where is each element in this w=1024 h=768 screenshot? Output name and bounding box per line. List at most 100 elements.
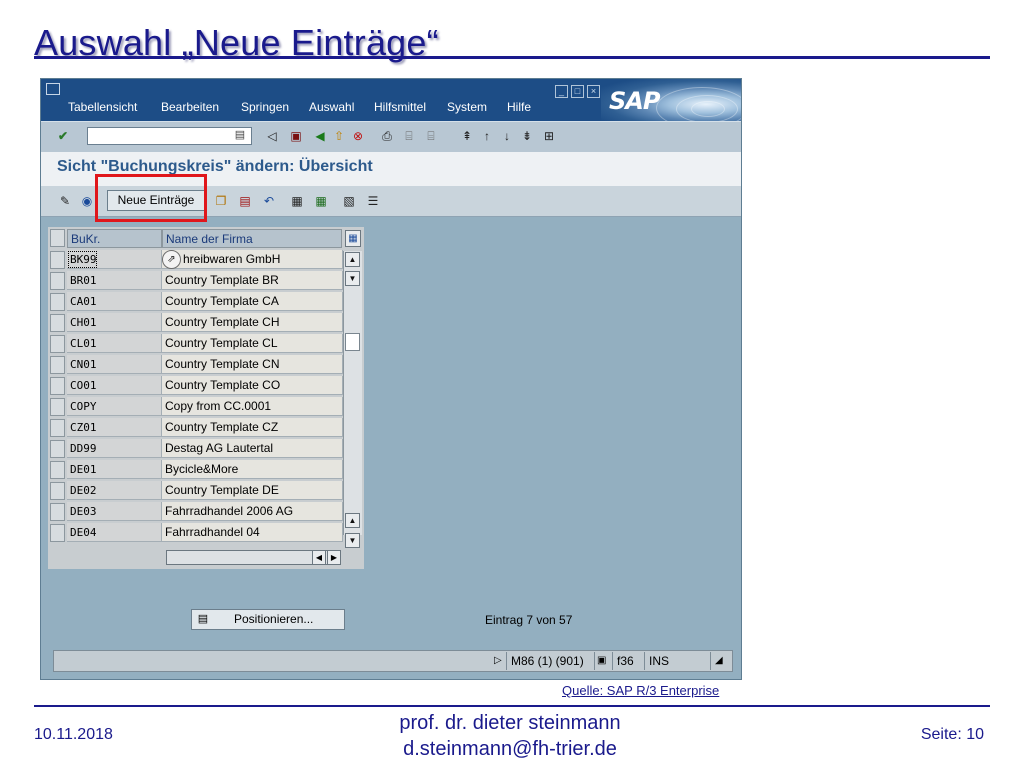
row-select-button[interactable] [50, 398, 65, 416]
exit-icon[interactable]: ⇧ [331, 128, 347, 144]
details-icon[interactable]: ◉ [79, 193, 95, 209]
footer-author: prof. dr. dieter steinmann d.steinmann@f… [370, 710, 650, 762]
row-select-button[interactable] [50, 440, 65, 458]
command-field[interactable] [87, 127, 252, 145]
company-code-cell[interactable]: DE03 [67, 502, 162, 521]
next-page-icon[interactable]: ↓ [499, 128, 515, 144]
company-code-cell[interactable]: BK99 [67, 250, 162, 269]
deselect-all-icon[interactable]: ▧ [341, 193, 357, 209]
company-code-cell[interactable]: DE02 [67, 481, 162, 500]
menu-auswahl[interactable]: Auswahl [309, 100, 354, 114]
find-next-icon[interactable]: ⌸ [423, 128, 439, 144]
scroll-thumb[interactable] [345, 333, 360, 351]
company-name-cell[interactable]: Fahrradhandel 04 [162, 523, 343, 542]
company-code-cell[interactable]: CH01 [67, 313, 162, 332]
company-code-cell[interactable]: COPY [67, 397, 162, 416]
first-page-icon[interactable]: ⇞ [459, 128, 475, 144]
company-name-cell[interactable]: Country Template DE [162, 481, 343, 500]
vertical-scrollbar[interactable]: ▲ ▼ ▲ ▼ [343, 251, 362, 548]
company-name-cell[interactable]: Country Template CN [162, 355, 343, 374]
company-code-cell[interactable]: DD99 [67, 439, 162, 458]
status-system-icon[interactable]: ▣ [594, 652, 611, 670]
command-history-icon[interactable]: ▤ [233, 128, 247, 142]
cancel-icon[interactable]: ⊗ [350, 128, 366, 144]
row-select-button[interactable] [50, 251, 65, 269]
value-help-icon[interactable]: ⇗ [162, 250, 181, 269]
maximize-icon[interactable]: □ [571, 85, 584, 98]
company-name-cell[interactable]: Bycicle&More [162, 460, 343, 479]
row-select-button[interactable] [50, 377, 65, 395]
company-code-cell[interactable]: CL01 [67, 334, 162, 353]
column-header-code[interactable]: BuKr. [67, 229, 162, 248]
display-change-icon[interactable]: ✎ [57, 193, 73, 209]
copy-as-icon[interactable]: ❐ [213, 193, 229, 209]
scroll-down-icon[interactable]: ▲ [345, 513, 360, 528]
menu-tabellensicht[interactable]: Tabellensicht [68, 100, 137, 114]
row-select-button[interactable] [50, 314, 65, 332]
company-name-cell[interactable]: Country Template CL [162, 334, 343, 353]
row-select-button[interactable] [50, 461, 65, 479]
previous-page-icon[interactable]: ↑ [479, 128, 495, 144]
row-select-button[interactable] [50, 503, 65, 521]
row-select-button[interactable] [50, 293, 65, 311]
company-name-cell[interactable]: Fahrradhandel 2006 AG [162, 502, 343, 521]
minimize-icon[interactable]: _ [555, 85, 568, 98]
menu-hilfe[interactable]: Hilfe [507, 100, 531, 114]
position-button[interactable]: ▤ Positionieren... [191, 609, 345, 630]
select-all-icon[interactable]: ▦ [289, 193, 305, 209]
row-select-button[interactable] [50, 356, 65, 374]
menu-system[interactable]: System [447, 100, 487, 114]
back-arrow-icon[interactable]: ◁ [264, 128, 280, 144]
selection-criteria-icon[interactable]: ☰ [365, 193, 381, 209]
company-code-cell[interactable]: DE01 [67, 460, 162, 479]
back-icon[interactable]: ◀ [312, 128, 328, 144]
new-session-icon[interactable]: ⊞ [541, 128, 557, 144]
save-icon[interactable]: ▣ [288, 128, 304, 144]
scroll-right-icon[interactable]: ▶ [327, 550, 341, 565]
scroll-left-icon[interactable]: ◀ [312, 550, 326, 565]
enter-check-icon[interactable]: ✔ [55, 128, 71, 144]
company-name-cell[interactable]: Country Template CZ [162, 418, 343, 437]
new-entries-button[interactable]: Neue Einträge [107, 190, 205, 211]
scroll-up-icon[interactable]: ▼ [345, 271, 360, 286]
row-select-button[interactable] [50, 272, 65, 290]
status-expand-icon[interactable]: ▷ [490, 652, 502, 670]
print-icon[interactable]: ⎙ [379, 128, 395, 144]
undo-change-icon[interactable]: ↶ [261, 193, 277, 209]
row-select-button[interactable] [50, 482, 65, 500]
delete-icon[interactable]: ▤ [237, 193, 253, 209]
menu-hilfsmittel[interactable]: Hilfsmittel [374, 100, 426, 114]
source-link[interactable]: Quelle: SAP R/3 Enterprise [562, 683, 719, 698]
find-icon[interactable]: ⌸ [401, 128, 417, 144]
company-name-cell[interactable]: Copy from CC.0001 [162, 397, 343, 416]
select-block-icon[interactable]: ▦ [313, 193, 329, 209]
company-code-cell[interactable]: CN01 [67, 355, 162, 374]
resize-grip-icon[interactable]: ◢ [710, 652, 733, 670]
row-select-button[interactable] [50, 524, 65, 542]
scroll-page-up-icon[interactable]: ▲ [345, 252, 360, 267]
company-code-cell[interactable]: DE04 [67, 523, 162, 542]
close-window-icon[interactable]: × [587, 85, 600, 98]
company-code-cell[interactable]: CZ01 [67, 418, 162, 437]
company-name-cell[interactable]: Country Template CO [162, 376, 343, 395]
select-all-rows-button[interactable] [50, 229, 65, 247]
screen-title-bar: Sicht "Buchungskreis" ändern: Übersicht [41, 152, 741, 187]
row-select-button[interactable] [50, 335, 65, 353]
company-name-cell[interactable]: Destag AG Lautertal [162, 439, 343, 458]
company-name-cell[interactable]: hreibwaren GmbH [162, 250, 343, 269]
table-settings-icon[interactable]: ▦ [345, 230, 361, 247]
company-code-cell[interactable]: CA01 [67, 292, 162, 311]
status-system[interactable]: M86 (1) (901) [506, 652, 591, 670]
column-header-company-name[interactable]: Name der Firma [162, 229, 342, 248]
scroll-page-down-icon[interactable]: ▼ [345, 533, 360, 548]
company-name-cell[interactable]: Country Template CA [162, 292, 343, 311]
row-select-button[interactable] [50, 419, 65, 437]
menu-bearbeiten[interactable]: Bearbeiten [161, 100, 219, 114]
company-code-cell[interactable]: BR01 [67, 271, 162, 290]
company-name-cell[interactable]: Country Template BR [162, 271, 343, 290]
company-name-cell[interactable]: Country Template CH [162, 313, 343, 332]
window-menu-icon[interactable] [46, 83, 60, 95]
last-page-icon[interactable]: ⇟ [519, 128, 535, 144]
menu-springen[interactable]: Springen [241, 100, 289, 114]
company-code-cell[interactable]: CO01 [67, 376, 162, 395]
